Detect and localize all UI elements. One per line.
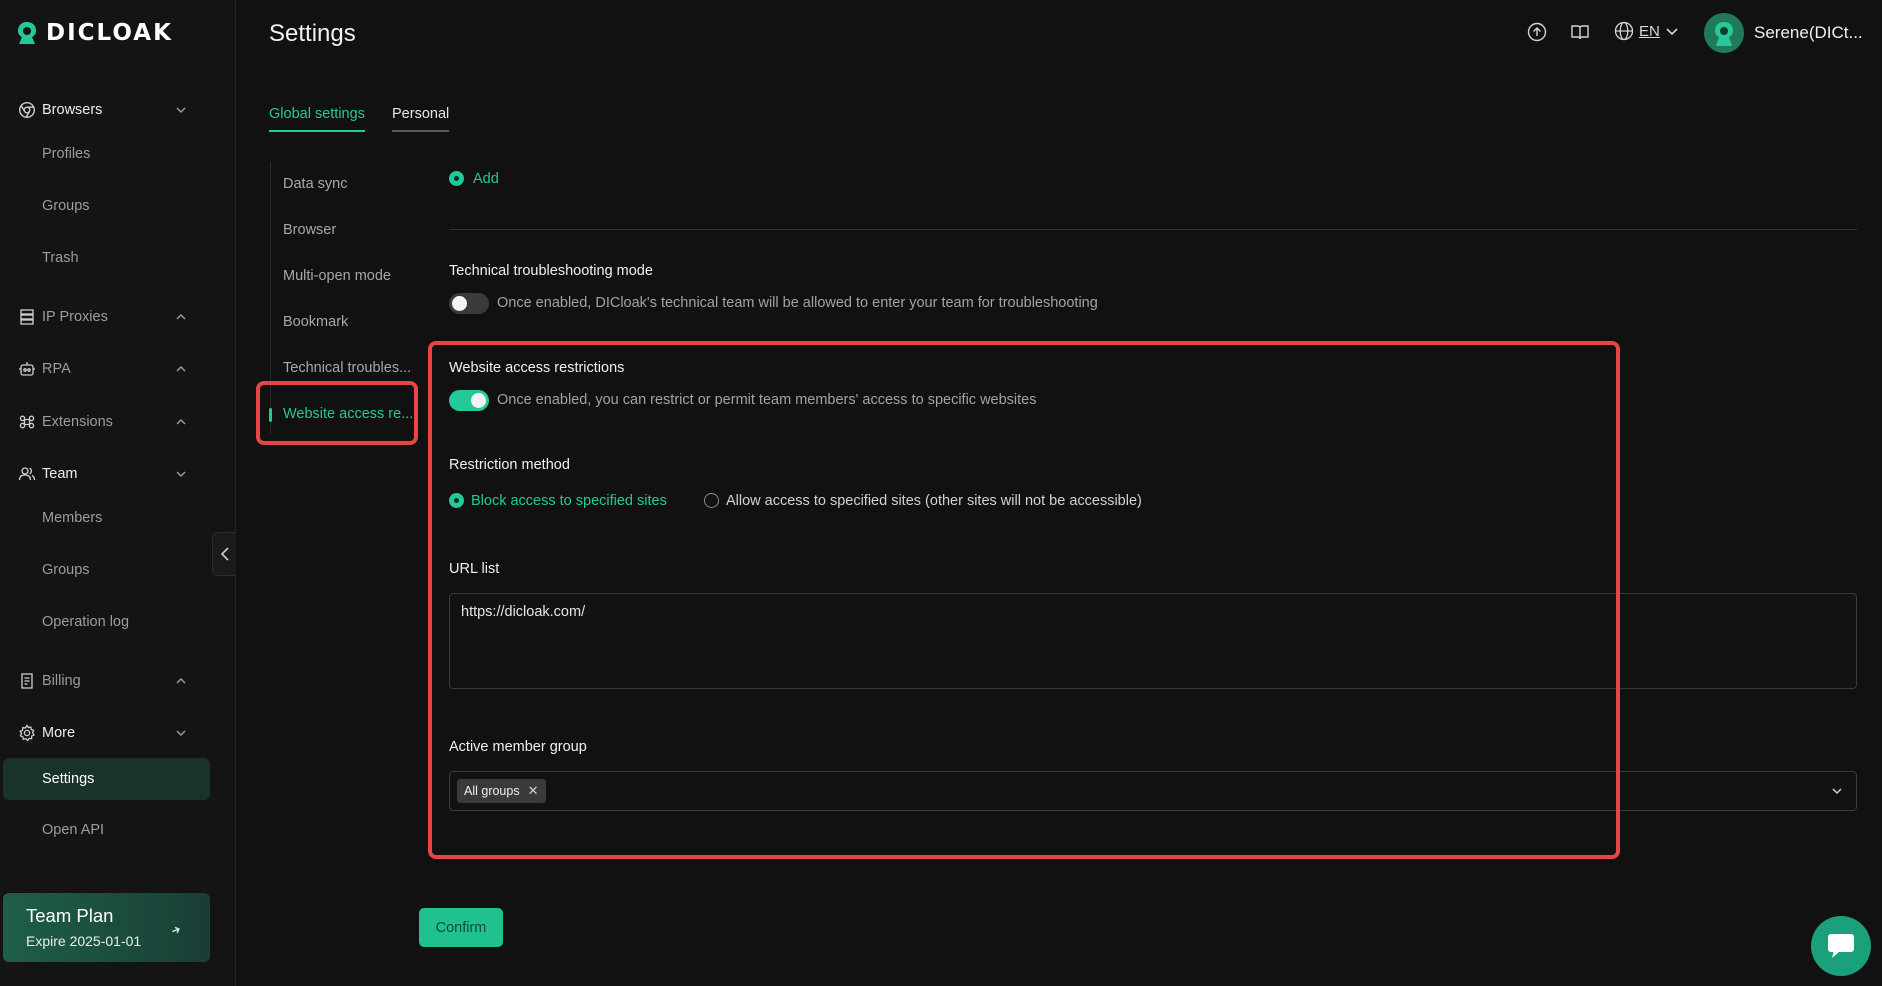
group-tag: All groups ✕ bbox=[457, 779, 546, 803]
troubleshooting-desc: Once enabled, DICloak's technical team w… bbox=[497, 295, 1098, 311]
chat-icon bbox=[1828, 934, 1854, 958]
sidebar-section-label: Extensions bbox=[42, 414, 113, 430]
confirm-button[interactable]: Confirm bbox=[419, 908, 503, 947]
tab-personal[interactable]: Personal bbox=[392, 106, 450, 132]
chevron-up-icon bbox=[176, 677, 186, 684]
book-icon[interactable] bbox=[1570, 22, 1590, 42]
sidebar-section-label: Billing bbox=[42, 673, 81, 689]
chat-button[interactable] bbox=[1811, 916, 1871, 976]
sidebar-section-more[interactable]: More bbox=[0, 715, 236, 751]
section-divider bbox=[449, 229, 1857, 230]
plan-expire: Expire 2025-01-01 bbox=[26, 933, 142, 949]
member-group-select[interactable]: All groups ✕ bbox=[449, 771, 1857, 811]
member-group-title: Active member group bbox=[449, 739, 587, 755]
chevron-up-icon bbox=[176, 418, 186, 425]
radio-allow-label[interactable]: Allow access to specified sites (other s… bbox=[726, 493, 1142, 509]
sidebar-item-operation-log[interactable]: Operation log bbox=[0, 603, 236, 641]
remove-tag-icon[interactable]: ✕ bbox=[528, 783, 539, 799]
globe-icon bbox=[1614, 21, 1634, 41]
restriction-method-title: Restriction method bbox=[449, 457, 570, 473]
sidebar-item-trash[interactable]: Trash bbox=[0, 239, 236, 277]
sidebar-section-label: RPA bbox=[42, 361, 71, 377]
sidebar-section-rpa[interactable]: RPA bbox=[0, 351, 236, 387]
page-title: Settings bbox=[269, 20, 356, 47]
settings-nav-active-marker bbox=[269, 408, 272, 422]
sidebar-section-label: Team bbox=[42, 466, 78, 482]
sidebar-item-groups[interactable]: Groups bbox=[0, 187, 236, 225]
logo-icon bbox=[18, 22, 36, 44]
logo[interactable]: DICLOAK bbox=[14, 20, 173, 46]
upload-icon[interactable] bbox=[1527, 22, 1547, 42]
sidebar-section-label: More bbox=[42, 725, 76, 741]
chevron-left-icon bbox=[220, 547, 229, 561]
chevron-up-icon bbox=[176, 365, 186, 372]
website-access-toggle[interactable] bbox=[449, 390, 489, 411]
chevron-down-icon bbox=[1666, 28, 1678, 36]
team-plan-card[interactable]: Team Plan Expire 2025-01-01 bbox=[3, 893, 210, 962]
settings-nav-technical-troubleshooting[interactable]: Technical troubles... bbox=[283, 360, 411, 376]
tab-global-settings[interactable]: Global settings bbox=[269, 106, 365, 132]
chevron-down-icon bbox=[1832, 788, 1842, 795]
sidebar-item-team-groups[interactable]: Groups bbox=[0, 551, 236, 589]
robot-icon bbox=[18, 360, 36, 378]
sidebar-section-billing[interactable]: Billing bbox=[0, 663, 236, 699]
add-link[interactable]: Add bbox=[473, 171, 499, 187]
radio-block[interactable] bbox=[449, 493, 464, 508]
sidebar-item-profiles[interactable]: Profiles bbox=[0, 135, 236, 173]
language-selector[interactable]: EN bbox=[1614, 21, 1679, 41]
sidebar-item-settings[interactable]: Settings bbox=[3, 758, 210, 800]
sidebar-item-open-api[interactable]: Open API bbox=[0, 811, 236, 849]
website-access-title: Website access restrictions bbox=[449, 360, 625, 376]
server-icon bbox=[18, 308, 36, 326]
sidebar: DICLOAK Browsers Profiles Groups Trash I… bbox=[0, 0, 236, 986]
chevron-down-icon bbox=[176, 107, 186, 114]
settings-nav-multi-open-mode[interactable]: Multi-open mode bbox=[283, 268, 391, 284]
sidebar-item-members[interactable]: Members bbox=[0, 499, 236, 537]
chevron-down-icon bbox=[176, 471, 186, 478]
sidebar-section-team[interactable]: Team bbox=[0, 456, 236, 492]
troubleshooting-title: Technical troubleshooting mode bbox=[449, 263, 653, 279]
settings-nav-website-access[interactable]: Website access re... bbox=[283, 406, 413, 422]
add-radio[interactable] bbox=[449, 171, 464, 186]
gear-icon bbox=[18, 724, 36, 742]
website-access-desc: Once enabled, you can restrict or permit… bbox=[497, 392, 1037, 408]
troubleshooting-toggle[interactable] bbox=[449, 293, 489, 314]
users-icon bbox=[18, 465, 36, 483]
user-menu[interactable]: Serene(DICt... bbox=[1704, 13, 1863, 53]
url-list-textarea[interactable] bbox=[449, 593, 1857, 689]
radio-allow[interactable] bbox=[704, 493, 719, 508]
chevron-up-icon bbox=[176, 313, 186, 320]
settings-nav-browser[interactable]: Browser bbox=[283, 222, 336, 238]
command-icon bbox=[18, 413, 36, 431]
chevron-down-icon bbox=[176, 730, 186, 737]
upgrade-arrow-icon bbox=[172, 926, 180, 934]
settings-nav-bookmark[interactable]: Bookmark bbox=[283, 314, 348, 330]
settings-nav-line bbox=[270, 162, 271, 434]
url-list-title: URL list bbox=[449, 561, 500, 577]
user-name: Serene(DICt... bbox=[1754, 23, 1863, 42]
receipt-icon bbox=[18, 672, 36, 690]
sidebar-section-label: Browsers bbox=[42, 102, 103, 118]
chrome-icon bbox=[18, 101, 36, 119]
sidebar-section-ip-proxies[interactable]: IP Proxies bbox=[0, 299, 236, 335]
settings-nav-data-sync[interactable]: Data sync bbox=[283, 176, 347, 192]
radio-block-label[interactable]: Block access to specified sites bbox=[471, 493, 667, 509]
logo-text: DICLOAK bbox=[46, 20, 173, 46]
sidebar-section-extensions[interactable]: Extensions bbox=[0, 404, 236, 440]
avatar bbox=[1704, 13, 1744, 53]
sidebar-section-browsers[interactable]: Browsers bbox=[0, 92, 236, 128]
collapse-sidebar-button[interactable] bbox=[212, 532, 236, 576]
group-tag-label: All groups bbox=[464, 784, 520, 798]
sidebar-section-label: IP Proxies bbox=[42, 309, 108, 325]
language-label: EN bbox=[1639, 22, 1660, 40]
